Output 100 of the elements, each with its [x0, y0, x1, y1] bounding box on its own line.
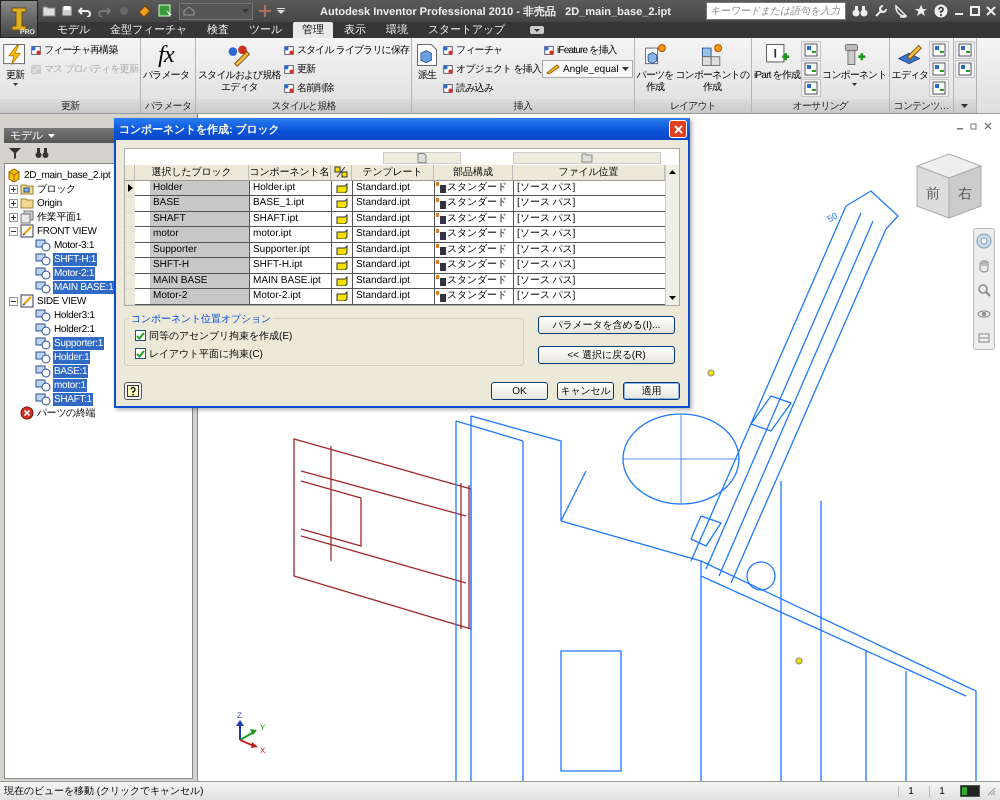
close-icon[interactable]: [984, 122, 992, 130]
close-button[interactable]: [669, 120, 687, 138]
tool-button[interactable]: [801, 79, 822, 97]
ribbon-button[interactable]: エディタ: [890, 40, 930, 83]
expander-icon[interactable]: [9, 198, 18, 208]
ribbon-button[interactable]: オブジェクト を挿入: [441, 60, 542, 78]
table-cell[interactable]: Standard.ipt: [352, 242, 434, 258]
ribbon-tab[interactable]: 環境: [377, 22, 417, 38]
table-cell[interactable]: [ソース パス]: [513, 212, 665, 227]
block-icon[interactable]: [336, 244, 348, 255]
tree-item[interactable]: motor:1: [53, 378, 87, 392]
table-cell[interactable]: Standard.ipt: [352, 274, 434, 289]
help-button[interactable]: [124, 382, 142, 400]
search-field[interactable]: キーワードまたは語句を入力: [706, 2, 846, 20]
block-icon[interactable]: [336, 214, 348, 224]
dialog-button[interactable]: << 選択に戻る(R): [538, 346, 675, 364]
tree-item[interactable]: Holder3:1: [53, 308, 96, 322]
block-icon[interactable]: [336, 229, 348, 240]
block-icon[interactable]: [336, 276, 348, 286]
tree-item[interactable]: Motor-2:1: [53, 266, 96, 280]
table-cell[interactable]: SHAFT.ipt: [249, 212, 331, 227]
help-icon[interactable]: [934, 4, 948, 18]
paint-icon[interactable]: [137, 4, 153, 18]
row-header[interactable]: [125, 180, 135, 196]
block-icon[interactable]: [336, 260, 348, 270]
folder-icon[interactable]: [42, 5, 56, 17]
tree-item[interactable]: SHFT-H:1: [53, 252, 98, 266]
ribbon-button[interactable]: iFeature を挿入: [542, 41, 633, 59]
save-icon[interactable]: [61, 5, 73, 17]
tool-button[interactable]: [929, 60, 950, 78]
filter-icon[interactable]: [9, 147, 21, 159]
table-cell[interactable]: スタンダード: [447, 258, 507, 272]
table-cell[interactable]: MAIN BASE.ipt: [249, 274, 331, 289]
ribbon-button[interactable]: 名前削除: [282, 79, 410, 97]
tree-item[interactable]: Motor-3:1: [53, 238, 96, 252]
table-cell[interactable]: [ソース パス]: [513, 242, 665, 258]
table-cell[interactable]: SHFT-H.ipt: [249, 258, 331, 274]
ribbon-button[interactable]: スタイルおよび規格 エディタ: [197, 40, 282, 95]
table-cell[interactable]: スタンダード: [447, 274, 507, 288]
table-cell[interactable]: スタンダード: [447, 180, 507, 195]
scroll-up-icon[interactable]: [669, 170, 676, 174]
ribbon-tab[interactable]: ツール: [240, 22, 291, 38]
tool-button[interactable]: [929, 41, 950, 59]
dialog-button[interactable]: 適用: [623, 382, 680, 400]
ribbon-button[interactable]: コンポーネント: [821, 40, 888, 87]
binoculars-icon[interactable]: [852, 4, 868, 18]
table-cell[interactable]: [ソース パス]: [513, 258, 665, 274]
ribbon-tab[interactable]: 金型フィーチャ: [101, 22, 196, 38]
table-cell[interactable]: Holder.ipt: [249, 180, 331, 196]
ribbon-button[interactable]: 派生: [413, 40, 442, 83]
hand-icon[interactable]: [977, 259, 991, 273]
tree-item[interactable]: パーツの終端: [36, 406, 96, 420]
ribbon-tab[interactable]: スタートアップ: [419, 22, 514, 38]
ribbon-button[interactable]: フィーチャ: [441, 41, 542, 59]
table-cell[interactable]: [ソース パス]: [513, 274, 665, 289]
style-dropdown[interactable]: Angle_equal: [542, 60, 633, 78]
ribbon-button[interactable]: フィーチャ再構築: [29, 41, 139, 59]
ribbon-button[interactable]: 更新: [1, 40, 29, 87]
tree-item[interactable]: Holder:1: [53, 350, 90, 364]
tool-button[interactable]: [954, 60, 975, 78]
column-header[interactable]: 選択したブロック: [135, 165, 249, 180]
block-icon[interactable]: [336, 291, 348, 302]
dialog-button[interactable]: キャンセル: [557, 382, 614, 400]
tree-item[interactable]: Supporter:1: [53, 336, 104, 350]
tool-button[interactable]: [954, 41, 975, 59]
minimize-ribbon-icon[interactable]: [530, 26, 544, 34]
expander-icon[interactable]: [9, 296, 18, 306]
tool-button[interactable]: [801, 41, 822, 59]
ribbon-button[interactable]: スタイル ライブラリに保存: [282, 41, 410, 59]
zoom-icon[interactable]: [977, 283, 991, 297]
tree-item[interactable]: 2D_main_base_2.ipt: [23, 168, 112, 182]
table-cell[interactable]: Standard.ipt: [352, 196, 434, 212]
wrench-icon[interactable]: [874, 4, 888, 18]
tree-item[interactable]: SHAFT:1: [53, 392, 93, 406]
table-cell[interactable]: motor.ipt: [249, 227, 331, 242]
table-cell[interactable]: Standard.ipt: [352, 180, 434, 196]
checkbox[interactable]: [135, 348, 146, 359]
ribbon-button[interactable]: fx パラメータ: [142, 40, 190, 83]
tree-item[interactable]: Holder2:1: [53, 322, 96, 336]
table-cell[interactable]: Supporter.ipt: [249, 242, 331, 258]
column-header[interactable]: テンプレート: [352, 165, 434, 180]
view-cube-drawing[interactable]: [916, 153, 982, 219]
ribbon-button[interactable]: コンポーネントの 作成: [674, 40, 750, 95]
color-style-dropdown[interactable]: [179, 2, 253, 20]
table-cell[interactable]: Standard.ipt: [352, 289, 434, 304]
dialog-button[interactable]: パラメータを含める(I)...: [538, 316, 675, 334]
tree-item[interactable]: BASE:1: [53, 364, 88, 378]
table-cell[interactable]: BASE_1.ipt: [249, 196, 331, 212]
expander-icon[interactable]: [9, 184, 18, 194]
expander-icon[interactable]: [9, 226, 18, 236]
ribbon-tab[interactable]: 管理: [293, 22, 333, 38]
table-cell[interactable]: Motor-2.ipt: [249, 289, 331, 304]
select-icon[interactable]: [158, 4, 174, 18]
block-icon[interactable]: [336, 182, 348, 193]
binoculars-icon[interactable]: [35, 147, 49, 159]
tree-item[interactable]: FRONT VIEW: [36, 224, 98, 238]
undo-icon[interactable]: [78, 5, 92, 17]
checkbox[interactable]: [135, 330, 146, 341]
table-cell[interactable]: スタンダード: [447, 242, 507, 257]
table-cell[interactable]: スタンダード: [447, 212, 507, 226]
